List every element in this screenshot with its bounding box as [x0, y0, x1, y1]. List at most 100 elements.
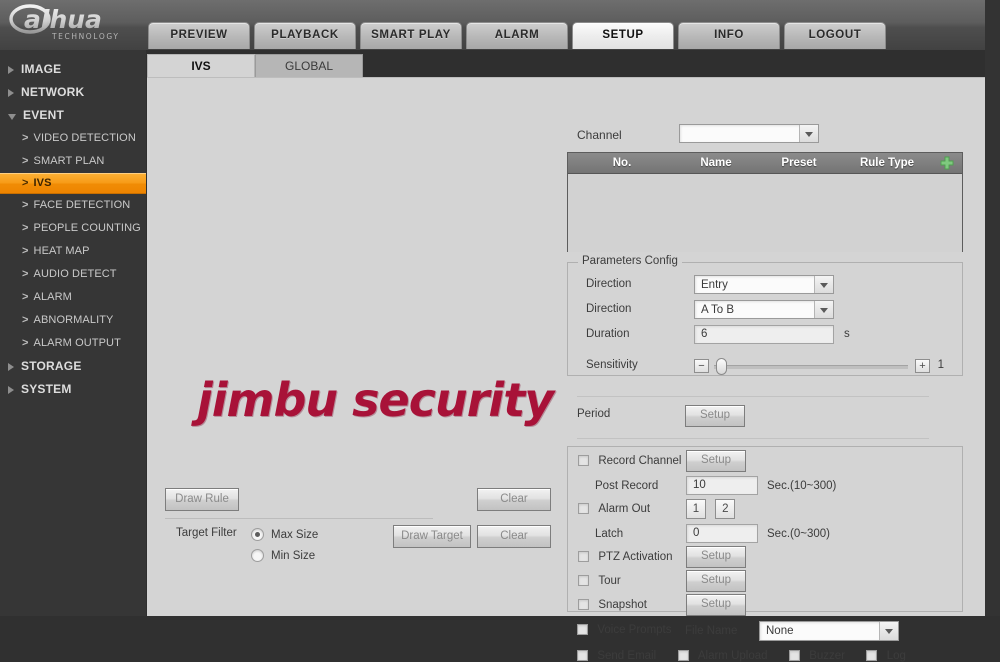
post-record-input[interactable]: 10 — [686, 476, 758, 495]
sidebar-item-abnormality[interactable]: > ABNORMALITY — [0, 309, 146, 332]
chevron-down-icon[interactable] — [814, 301, 833, 318]
direction1-label: Direction — [586, 278, 632, 290]
chevron-down-icon[interactable] — [814, 276, 833, 293]
ptz-activation-label: PTZ Activation — [598, 550, 673, 563]
alarm-out-button-2[interactable]: 2 — [715, 499, 736, 519]
tour-checkbox[interactable] — [578, 575, 589, 587]
log-group: Log — [866, 648, 906, 662]
add-rule-icon[interactable] — [940, 156, 954, 170]
sidebar-item-face-detection[interactable]: > FACE DETECTION — [0, 194, 146, 217]
sidebar-item-people-counting[interactable]: > PEOPLE COUNTING — [0, 217, 146, 240]
sidebar-item-alarm[interactable]: > ALARM — [0, 286, 146, 309]
sidebar-item-smart-plan[interactable]: > SMART PLAN — [0, 150, 146, 173]
tour-label: Tour — [598, 574, 621, 587]
radio-option-max-size[interactable]: Max Size — [251, 524, 318, 545]
slider-track[interactable] — [714, 365, 908, 369]
sidebar-item-image[interactable]: IMAGE — [0, 58, 146, 81]
tab-global[interactable]: GLOBAL — [255, 54, 363, 78]
sidebar-item-alarm-output[interactable]: > ALARM OUTPUT — [0, 332, 146, 355]
chevron-right-icon: > — [22, 132, 29, 144]
period-setup-button[interactable]: Setup — [685, 405, 745, 427]
clear-rule-button[interactable]: Clear — [477, 488, 551, 511]
ptz-activation-checkbox[interactable] — [578, 551, 589, 563]
sidebar-subitem-label: PEOPLE COUNTING — [33, 222, 141, 234]
video-preview-area[interactable] — [165, 83, 559, 378]
nav-tab-playback[interactable]: PLAYBACK — [254, 22, 356, 49]
target-filter-label: Target Filter — [176, 527, 237, 539]
nav-tab-setup[interactable]: SETUP — [572, 22, 674, 49]
slider-knob[interactable] — [716, 358, 727, 375]
snapshot-setup-button[interactable]: Setup — [686, 594, 746, 616]
post-record-label: Post Record — [595, 480, 659, 492]
latch-unit: Sec.(0~300) — [767, 528, 830, 540]
alarm-upload-checkbox[interactable] — [677, 650, 689, 662]
sidebar-item-video-detection[interactable]: > VIDEO DETECTION — [0, 127, 146, 150]
snapshot-checkbox[interactable] — [578, 599, 589, 611]
radio-min-size[interactable] — [251, 549, 264, 562]
tab-ivs[interactable]: IVS — [147, 54, 255, 78]
chevron-right-icon — [8, 65, 14, 74]
radio-option-min-size[interactable]: Min Size — [251, 545, 318, 566]
file-name-select[interactable]: None — [759, 621, 899, 641]
send-email-checkbox[interactable] — [577, 650, 588, 662]
sidebar-item-heat-map[interactable]: > HEAT MAP — [0, 240, 146, 263]
latch-input[interactable]: 0 — [686, 524, 758, 543]
log-label: Log — [886, 649, 906, 662]
chevron-down-icon[interactable] — [879, 622, 898, 640]
channel-select[interactable] — [679, 124, 819, 143]
clear-target-button[interactable]: Clear — [477, 525, 551, 548]
voice-prompts-checkbox[interactable] — [577, 624, 588, 636]
ptz-activation-setup-button[interactable]: Setup — [686, 546, 746, 568]
nav-tab-preview[interactable]: PREVIEW — [148, 22, 250, 49]
alarm-out-checkbox[interactable] — [578, 503, 589, 515]
sidebar-item-label: IMAGE — [21, 62, 62, 76]
latch-label: Latch — [595, 528, 624, 540]
sensitivity-decrease-icon[interactable]: − — [694, 359, 709, 373]
duration-input[interactable]: 6 — [694, 325, 834, 344]
sensitivity-slider[interactable]: − + 1 — [694, 357, 944, 375]
nav-tab-smart-play[interactable]: SMART PLAY — [360, 22, 462, 49]
direction2-value: A To B — [701, 304, 735, 316]
chevron-right-icon: > — [22, 155, 29, 167]
sensitivity-increase-icon[interactable]: + — [915, 359, 930, 373]
sidebar-item-storage[interactable]: STORAGE — [0, 355, 146, 378]
sidebar-item-audio-detect[interactable]: > AUDIO DETECT — [0, 263, 146, 286]
record-channel-checkbox[interactable] — [578, 455, 589, 467]
radio-max-size[interactable] — [251, 528, 264, 541]
sidebar-item-label: SYSTEM — [21, 382, 72, 396]
sidebar-subitem-label: HEAT MAP — [33, 245, 90, 257]
direction2-select[interactable]: A To B — [694, 300, 834, 319]
chevron-right-icon — [8, 362, 14, 371]
sidebar-item-event[interactable]: EVENT — [0, 104, 146, 127]
nav-tab-logout[interactable]: LOGOUT — [784, 22, 886, 49]
alarm-out-buttons: 1 2 — [686, 499, 741, 519]
nav-tab-alarm[interactable]: ALARM — [466, 22, 568, 49]
alarm-out-label: Alarm Out — [598, 502, 651, 515]
column-header-no: No. — [612, 157, 632, 169]
sidebar-item-system[interactable]: SYSTEM — [0, 378, 146, 401]
app-body: IMAGE NETWORK EVENT > VIDEO DETECTION > … — [0, 50, 1000, 662]
ptz-activation-row: PTZ Activation — [578, 549, 672, 563]
column-header-name: Name — [700, 157, 732, 169]
sidebar-item-network[interactable]: NETWORK — [0, 81, 146, 104]
tour-setup-button[interactable]: Setup — [686, 570, 746, 592]
record-channel-setup-button[interactable]: Setup — [686, 450, 746, 472]
chevron-right-icon: > — [22, 177, 29, 189]
divider — [577, 438, 929, 439]
log-checkbox[interactable] — [866, 650, 878, 662]
draw-target-button[interactable]: Draw Target — [393, 525, 471, 548]
buzzer-checkbox[interactable] — [788, 650, 800, 662]
alarm-out-button-1[interactable]: 1 — [686, 499, 706, 519]
content-area: IVS GLOBAL jimbu security Draw Rule Clea… — [146, 50, 1000, 662]
draw-rule-button[interactable]: Draw Rule — [165, 488, 239, 511]
radio-label: Min Size — [271, 549, 316, 562]
rule-table: No. Name Preset Rule Type — [567, 152, 963, 252]
chevron-down-icon[interactable] — [799, 125, 818, 142]
chevron-right-icon: > — [22, 314, 29, 326]
direction1-select[interactable]: Entry — [694, 275, 834, 294]
rule-table-body[interactable] — [568, 174, 962, 252]
sidebar-item-ivs[interactable]: > IVS — [0, 173, 146, 194]
nav-tab-info[interactable]: INFO — [678, 22, 780, 49]
file-name-label: File Name — [685, 625, 738, 637]
divider — [165, 518, 433, 519]
